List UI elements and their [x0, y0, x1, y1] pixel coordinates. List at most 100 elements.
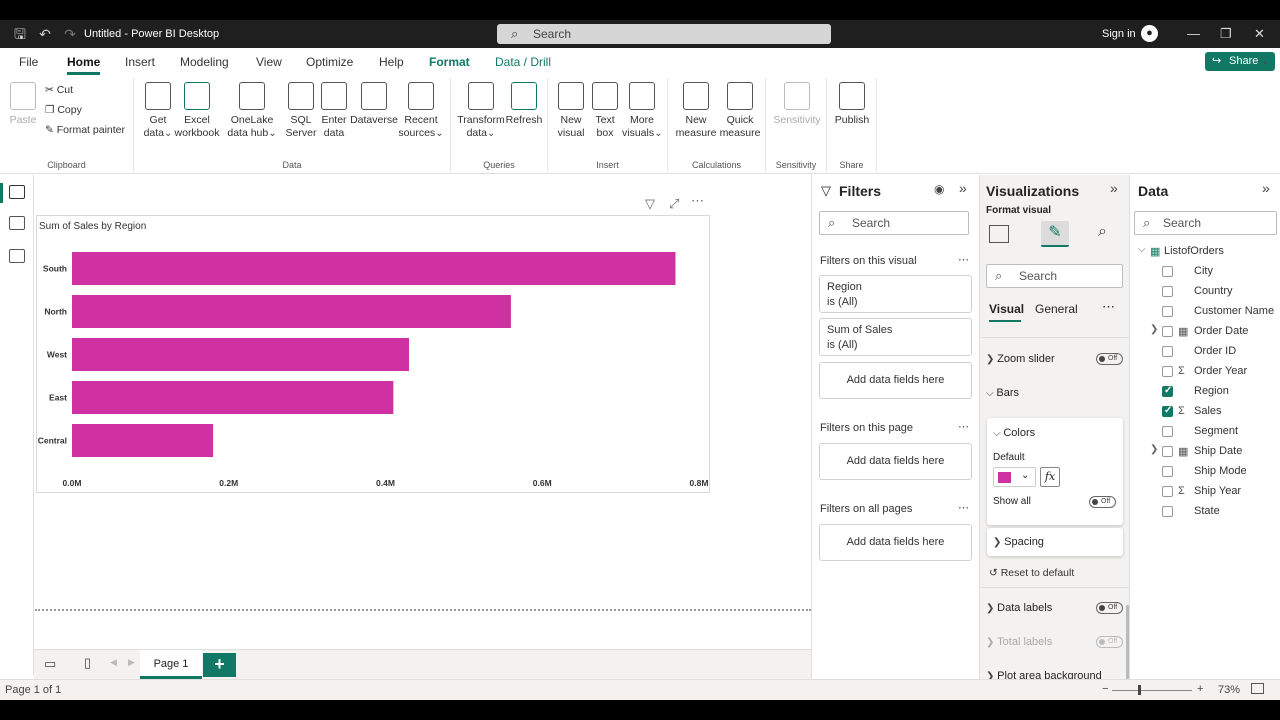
format-visual-icon[interactable]: ✎ [1041, 221, 1069, 247]
mobile-layout-icon[interactable]: ▯ [84, 655, 91, 671]
desktop-layout-icon[interactable]: ▭ [44, 656, 56, 672]
field-segment[interactable]: Segment [1130, 421, 1280, 441]
field-order-id[interactable]: Order ID [1130, 341, 1280, 361]
field-customer-name[interactable]: Customer Name [1130, 301, 1280, 321]
refresh-button[interactable]: Refresh [505, 82, 543, 127]
chevron-right-icon[interactable]: ❯ [1150, 444, 1158, 455]
restore-icon[interactable]: ❐ [1220, 26, 1232, 42]
colors-section[interactable]: ⌵ Colors [993, 427, 1035, 439]
field-ship-year[interactable]: Σ Ship Year [1130, 481, 1280, 501]
page-tab-1[interactable]: Page 1 [140, 650, 202, 679]
publish-button[interactable]: Publish [833, 82, 871, 127]
tab-format[interactable]: Format [429, 55, 470, 69]
report-canvas[interactable]: ▽ ⤢ ⋯ South North West East Central 0.0M 0.2M… [35, 175, 811, 669]
tab-general[interactable]: General [1035, 302, 1078, 316]
collapse-icon[interactable]: » [1110, 180, 1118, 196]
format-search-input[interactable]: ⌕ Search [986, 264, 1123, 288]
dataverse-button[interactable]: Dataverse [350, 82, 398, 127]
global-search-input[interactable]: ⌕ Search [497, 24, 831, 44]
undo-icon[interactable]: ↶ [36, 25, 54, 43]
more-options-icon[interactable]: ⋯ [691, 193, 704, 209]
field-checkbox[interactable] [1162, 266, 1173, 277]
text-box-button[interactable]: Text box [590, 82, 620, 140]
redo-icon[interactable]: ↷ [61, 25, 79, 43]
field-order-date[interactable]: ❯ ▦ Order Date [1130, 321, 1280, 341]
eye-icon[interactable]: ◉ [934, 182, 944, 196]
zoom-slider-section[interactable]: ❯ Zoom slider [986, 353, 1055, 365]
new-visual-button[interactable]: New visual [554, 82, 588, 140]
field-checkbox[interactable] [1162, 486, 1173, 497]
copy-button[interactable]: ❐ Copy [45, 104, 82, 116]
new-measure-button[interactable]: New measure [674, 82, 718, 140]
more-visuals-button[interactable]: More visuals⌄ [622, 82, 663, 140]
onelake-button[interactable]: OneLake data hub⌄ [220, 82, 284, 140]
share-button[interactable]: ↪ Share ⌄ [1205, 52, 1275, 71]
zoom-slider-toggle[interactable]: Off [1096, 353, 1123, 365]
collapse-icon[interactable]: » [959, 180, 967, 196]
reset-to-default-button[interactable]: ↺ Reset to default [989, 567, 1074, 579]
field-sales[interactable]: Σ Sales [1130, 401, 1280, 421]
show-all-toggle[interactable]: Off [1089, 496, 1116, 508]
bar-south[interactable] [72, 252, 676, 285]
sql-server-button[interactable]: SQL Server [284, 82, 318, 140]
tab-data-drill[interactable]: Data / Drill [486, 50, 560, 75]
sign-in-link[interactable]: Sign in [1102, 28, 1136, 40]
field-ship-date[interactable]: ❯ ▦ Ship Date [1130, 441, 1280, 461]
add-data-fields-page[interactable]: Add data fields here [819, 443, 972, 480]
tab-view[interactable]: View [256, 55, 282, 69]
zoom-in-icon[interactable]: + [1197, 683, 1203, 695]
report-view-icon[interactable] [9, 185, 25, 199]
bar-chart-visual[interactable]: South North West East Central 0.0M 0.2M 0.4M 0.… [36, 215, 710, 493]
filters-search-input[interactable]: ⌕ Search [819, 211, 969, 235]
field-ship-mode[interactable]: Ship Mode [1130, 461, 1280, 481]
spacing-card[interactable]: ❯ Spacing [987, 528, 1123, 556]
zoom-slider-thumb[interactable] [1138, 685, 1141, 695]
field-city[interactable]: City [1130, 261, 1280, 281]
field-checkbox[interactable] [1162, 346, 1173, 357]
fit-to-page-icon[interactable] [1251, 683, 1264, 694]
field-state[interactable]: State [1130, 501, 1280, 521]
tab-file[interactable]: File [19, 55, 38, 69]
avatar-icon[interactable]: ● [1141, 25, 1158, 42]
format-painter-button[interactable]: ✎ Format painter [45, 124, 125, 136]
field-order-year[interactable]: Σ Order Year [1130, 361, 1280, 381]
enter-data-button[interactable]: Enter data [318, 82, 350, 140]
model-view-icon[interactable] [9, 249, 25, 263]
close-icon[interactable]: ✕ [1254, 26, 1265, 42]
filter-card-region[interactable]: Region is (All) [819, 275, 972, 313]
color-picker-button[interactable]: ⌄ [993, 467, 1036, 487]
fx-conditional-format-button[interactable]: fx [1040, 467, 1060, 487]
tab-help[interactable]: Help [379, 55, 404, 69]
chevron-right-icon[interactable]: ❯ [1150, 324, 1158, 335]
tab-optimize[interactable]: Optimize [306, 55, 353, 69]
tab-visual[interactable]: Visual [989, 302, 1024, 316]
field-country[interactable]: Country [1130, 281, 1280, 301]
bars-section[interactable]: ⌵ Bars [986, 387, 1019, 399]
bar-central[interactable] [72, 424, 214, 457]
paste-button[interactable]: Paste [8, 82, 38, 127]
bar-west[interactable] [72, 338, 410, 371]
build-visual-icon[interactable] [989, 225, 1009, 243]
more-options-icon[interactable]: ⋯ [958, 501, 969, 514]
add-page-button[interactable]: + [203, 653, 236, 677]
data-labels-section[interactable]: ❯ Data labels [986, 602, 1052, 614]
tab-home[interactable]: Home [67, 55, 101, 75]
filter-icon[interactable]: ▽ [645, 196, 655, 212]
focus-mode-icon[interactable]: ⤢ [669, 196, 679, 212]
get-data-button[interactable]: Get data⌄ [140, 82, 176, 140]
data-search-input[interactable]: ⌕ Search [1134, 211, 1277, 235]
more-options-icon[interactable]: ⋯ [958, 253, 969, 266]
field-checkbox[interactable] [1162, 286, 1173, 297]
field-checkbox[interactable] [1162, 405, 1173, 417]
spacing-section[interactable]: ❯ Spacing [993, 536, 1044, 548]
field-region[interactable]: Region [1130, 381, 1280, 401]
data-labels-toggle[interactable]: Off [1096, 602, 1123, 614]
more-options-icon[interactable]: ⋯ [958, 420, 969, 433]
field-checkbox[interactable] [1162, 506, 1173, 517]
field-checkbox[interactable] [1162, 385, 1173, 397]
sensitivity-button[interactable]: Sensitivity [770, 82, 824, 127]
analytics-icon[interactable]: ⌕ [1098, 223, 1107, 241]
save-icon[interactable]: 🖫 [11, 25, 29, 43]
zoom-slider[interactable] [1112, 690, 1192, 691]
tab-modeling[interactable]: Modeling [180, 55, 229, 69]
